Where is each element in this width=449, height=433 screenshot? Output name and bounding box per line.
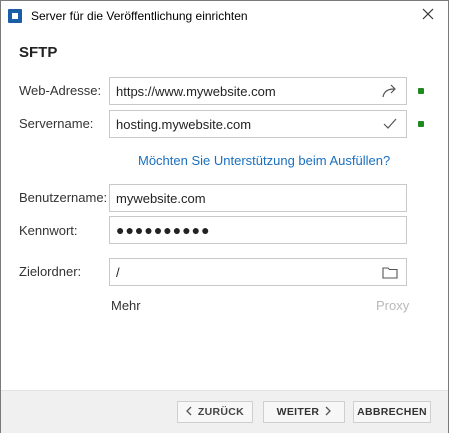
chevron-right-icon	[325, 405, 332, 419]
checkmark-icon	[378, 112, 402, 136]
help-link[interactable]: Möchten Sie Unterstützung beim Ausfüllen…	[138, 153, 390, 168]
servername-input[interactable]	[110, 112, 378, 136]
app-icon	[8, 9, 22, 23]
web-address-status-indicator	[418, 88, 424, 94]
back-button-label: ZURÜCK	[197, 406, 245, 418]
more-link[interactable]: Mehr	[111, 298, 141, 313]
cancel-button-label: ABBRECHEN	[357, 406, 427, 418]
username-input[interactable]	[110, 186, 406, 210]
web-address-input[interactable]	[110, 79, 378, 103]
title-bar: Server für die Veröffentlichung einricht…	[1, 1, 448, 31]
share-arrow-icon[interactable]	[378, 79, 402, 103]
dialog-footer: ZURÜCK WEITER ABBRECHEN	[1, 390, 448, 433]
close-icon	[422, 7, 434, 25]
chevron-left-icon	[186, 405, 192, 419]
servername-status-indicator	[418, 121, 424, 127]
section-title: SFTP	[19, 44, 58, 61]
password-label: Kennwort:	[19, 223, 78, 238]
username-field	[109, 184, 407, 212]
web-address-field	[109, 77, 407, 105]
password-field	[109, 216, 407, 244]
window-title: Server für die Veröffentlichung einricht…	[31, 9, 248, 23]
cancel-button[interactable]: ABBRECHEN	[353, 401, 431, 423]
target-folder-input[interactable]	[110, 260, 378, 284]
proxy-link: Proxy	[376, 298, 410, 313]
close-button[interactable]	[408, 1, 448, 31]
target-folder-label: Zielordner:	[19, 264, 82, 279]
back-button[interactable]: ZURÜCK	[177, 401, 253, 423]
servername-field	[109, 110, 407, 138]
web-address-label: Web-Adresse:	[19, 83, 102, 98]
username-label: Benutzername:	[19, 190, 108, 205]
dialog-window: Server für die Veröffentlichung einricht…	[0, 0, 449, 433]
next-button[interactable]: WEITER	[263, 401, 345, 423]
next-button-label: WEITER	[276, 406, 320, 418]
servername-label: Servername:	[19, 116, 94, 131]
target-folder-field	[109, 258, 407, 286]
folder-icon[interactable]	[378, 260, 402, 284]
password-input[interactable]	[110, 218, 406, 242]
